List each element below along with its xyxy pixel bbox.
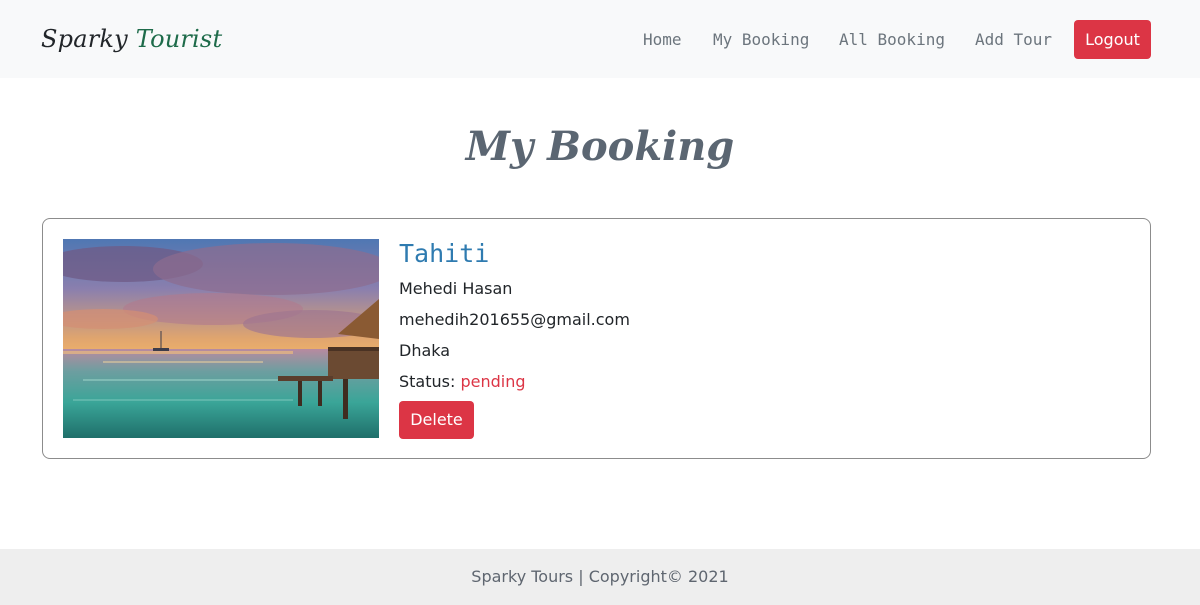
booking-info: Tahiti Mehedi Hasan mehedih201655@gmail.…: [399, 237, 630, 439]
customer-email: mehedih201655@gmail.com: [399, 310, 630, 329]
footer-copyright: Sparky Tours | Copyright© 2021: [471, 567, 729, 586]
top-navbar: Sparky Tourist Home My Booking All Booki…: [0, 0, 1200, 78]
logout-button[interactable]: Logout: [1074, 20, 1151, 59]
brand-name-part2: Tourist: [135, 25, 223, 53]
nav-link-all-booking[interactable]: All Booking: [839, 28, 945, 52]
footer: Sparky Tours | Copyright© 2021: [0, 549, 1200, 605]
tour-name: Tahiti: [399, 239, 490, 268]
customer-address: Dhaka: [399, 341, 451, 360]
booking-card: Tahiti Mehedi Hasan mehedih201655@gmail.…: [42, 218, 1151, 459]
brand-name-part1: Sparky: [41, 25, 128, 53]
status-label: Status:: [399, 372, 461, 391]
page-title: My Booking: [465, 123, 735, 170]
nav-link-add-tour[interactable]: Add Tour: [975, 28, 1052, 52]
booking-status: Status: pending: [399, 366, 630, 397]
brand-logo[interactable]: Sparky Tourist: [41, 24, 222, 54]
delete-button[interactable]: Delete: [399, 401, 474, 439]
nav-link-my-booking[interactable]: My Booking: [713, 28, 809, 52]
status-badge: pending: [460, 372, 526, 391]
nav-link-home[interactable]: Home: [643, 28, 682, 52]
customer-name: Mehedi Hasan: [399, 279, 513, 298]
tour-photo: [63, 239, 379, 438]
overwater-bungalow-sunset-photo: [63, 239, 379, 438]
